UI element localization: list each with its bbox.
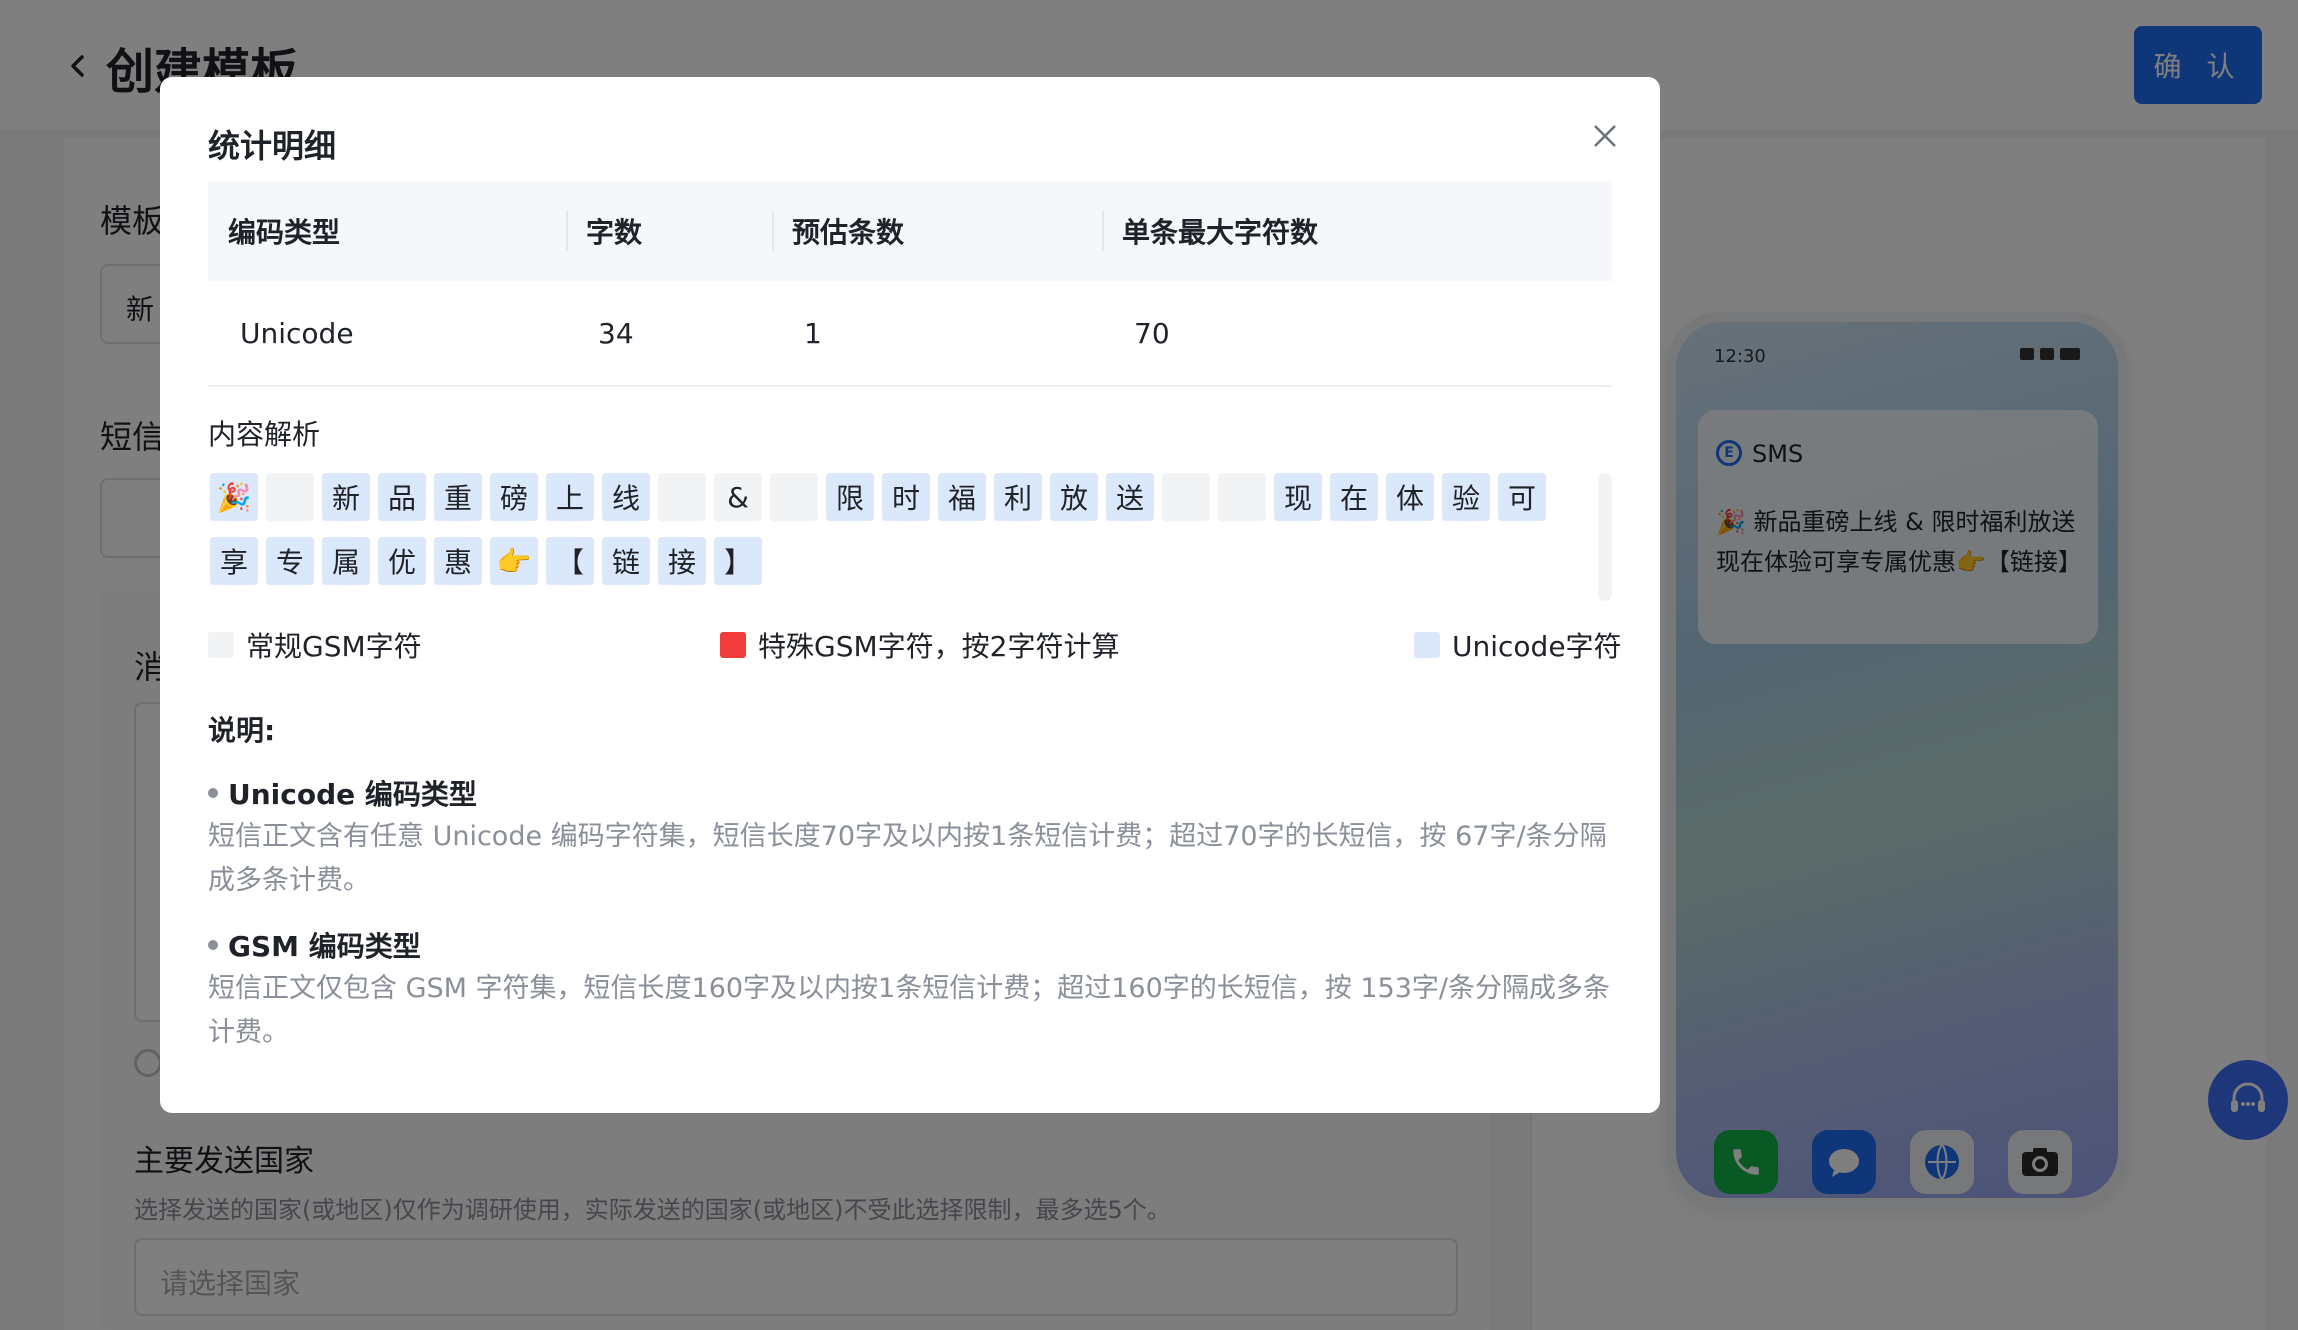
char-cell: 放 [1050, 473, 1098, 521]
char-cell: 专 [266, 537, 314, 585]
char-cell: 属 [322, 537, 370, 585]
analysis-scrollbar[interactable] [1598, 473, 1612, 601]
char-cell: 体 [1386, 473, 1434, 521]
char-cell: 时 [882, 473, 930, 521]
char-cell: 在 [1330, 473, 1378, 521]
char-cell [770, 473, 818, 521]
legend-unicode: Unicode字符 [1414, 625, 1622, 665]
bullet-dot [208, 788, 218, 798]
legend-regular-gsm: 常规GSM字符 [208, 625, 422, 665]
note-text-unicode: 短信正文含有任意 Unicode 编码字符集，短信长度70字及以内按1条短信计费… [208, 821, 1607, 896]
char-cell: 🎉 [210, 473, 258, 521]
header-encoding-type: 编码类型 [228, 216, 341, 249]
note-heading-unicode: Unicode 编码类型 [208, 773, 477, 813]
legend-special-gsm: 特殊GSM字符，按2字符计算 [720, 625, 1119, 665]
legend-swatch-special [720, 632, 746, 658]
cell-max-chars: 70 [1134, 316, 1170, 350]
content-analysis-label: 内容解析 [208, 418, 321, 451]
char-cell: 享 [210, 537, 258, 585]
cell-char-count: 34 [598, 316, 634, 350]
char-cell: 👉 [490, 537, 538, 585]
header-char-count: 字数 [566, 181, 772, 281]
dialog-title: 统计明细 [208, 127, 337, 165]
char-cell [1218, 473, 1266, 521]
cell-estimated-count: 1 [804, 316, 822, 350]
char-cell: 接 [658, 537, 706, 585]
char-cell: 】 [714, 537, 762, 585]
char-cell: 线 [602, 473, 650, 521]
content-analysis-grid: 🎉 新品重磅上线 & 限时福利放送 现在体验可享专属优惠 👉 【链接】 [210, 473, 1570, 585]
stats-table-header: 编码类型 字数 预估条数 单条最大字符数 [208, 181, 1612, 281]
legend-label: 常规GSM字符 [246, 630, 422, 663]
note-heading-text: Unicode 编码类型 [228, 778, 477, 811]
note-text-gsm: 短信正文仅包含 GSM 字符集，短信长度160字及以内按1条短信计费；超过160… [208, 973, 1610, 1048]
char-cell: 优 [378, 537, 426, 585]
char-cell [658, 473, 706, 521]
note-heading-gsm: GSM 编码类型 [208, 925, 421, 965]
char-cell: 现 [1274, 473, 1322, 521]
note-heading-text: GSM 编码类型 [228, 930, 421, 963]
legend-swatch-unicode [1414, 632, 1440, 658]
char-cell: 品 [378, 473, 426, 521]
stats-table: 编码类型 字数 预估条数 单条最大字符数 Unicode 34 1 70 [208, 181, 1612, 387]
char-cell: 限 [826, 473, 874, 521]
bullet-dot [208, 940, 218, 950]
char-cell [266, 473, 314, 521]
header-estimated-count: 预估条数 [772, 181, 1102, 281]
char-cell: 磅 [490, 473, 538, 521]
char-cell: & [714, 473, 762, 521]
header-max-chars: 单条最大字符数 [1102, 181, 1612, 281]
legend-label: 特殊GSM字符，按2字符计算 [758, 630, 1120, 663]
char-cell: 上 [546, 473, 594, 521]
char-cell: 送 [1106, 473, 1154, 521]
legend-label: Unicode字符 [1452, 630, 1622, 663]
char-cell: 【 [546, 537, 594, 585]
char-cell: 利 [994, 473, 1042, 521]
char-cell: 新 [322, 473, 370, 521]
notes-title: 说明: [208, 714, 276, 747]
char-cell: 可 [1498, 473, 1546, 521]
statistics-detail-dialog: 统计明细 编码类型 字数 预估条数 单条最大字符数 Unicode 34 1 7… [160, 77, 1660, 1113]
char-cell: 验 [1442, 473, 1490, 521]
char-cell: 福 [938, 473, 986, 521]
cell-encoding-type: Unicode [240, 316, 354, 350]
close-icon[interactable] [1590, 121, 1620, 151]
legend-swatch-regular [208, 632, 234, 658]
char-cell: 链 [602, 537, 650, 585]
char-cell: 重 [434, 473, 482, 521]
char-cell: 惠 [434, 537, 482, 585]
char-cell [1162, 473, 1210, 521]
table-row: Unicode 34 1 70 [208, 281, 1612, 387]
